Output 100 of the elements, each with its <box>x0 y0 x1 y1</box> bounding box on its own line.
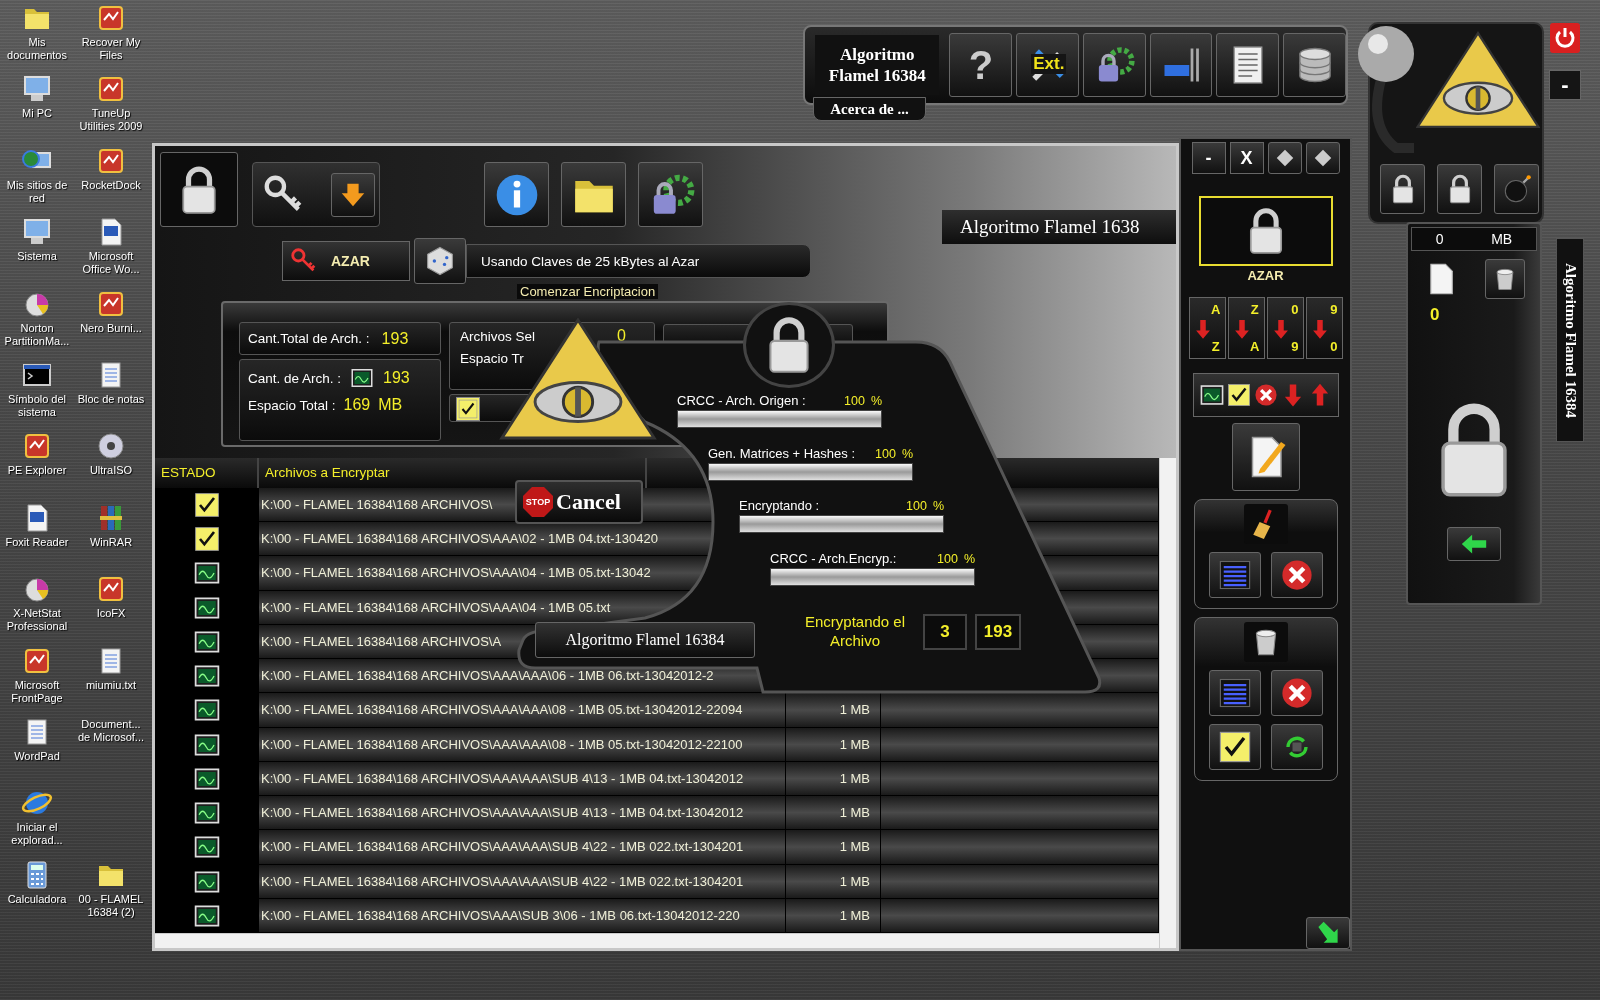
progress-unit: % <box>932 499 944 513</box>
desktop-icon-label[interactable]: Bloc de notas <box>74 392 148 406</box>
close-button[interactable] <box>1270 552 1323 598</box>
eye-triangle-icon <box>1416 30 1540 130</box>
window-control-button[interactable]: - <box>1191 142 1226 174</box>
table-cell: 1 MB <box>786 898 881 934</box>
progress-unit: % <box>963 551 975 566</box>
minimize-button[interactable]: - <box>1549 70 1581 100</box>
desktop-icon-label[interactable]: Mis documentos <box>0 36 74 62</box>
toolbar-button[interactable] <box>1283 33 1346 97</box>
vertical-scrollbar[interactable] <box>1159 458 1176 948</box>
monitor-icon <box>349 366 376 390</box>
sort-button[interactable]: Z A <box>1227 297 1265 359</box>
table-cell: K:\00 - FLAMEL 16384\168 ARCHIVOS\AAA\AAA\SUB 4\22 - 1MB 022.txt-1304201 <box>259 864 786 899</box>
horizontal-scrollbar[interactable] <box>155 933 1159 948</box>
diamond-button[interactable] <box>1267 142 1302 174</box>
desktop-icon-label[interactable]: WinRAR <box>74 535 148 549</box>
desktop-icon-label[interactable]: RocketDock <box>74 178 148 192</box>
table-cell: 1 MB <box>786 727 881 762</box>
desktop-icon-label[interactable]: Foxit Reader <box>0 535 74 549</box>
cancel-button[interactable]: STOP Cancel <box>515 480 643 524</box>
window-title: Algoritmo Flamel 1638 <box>942 210 1176 244</box>
desktop-icon-label[interactable]: Recover My Files <box>74 36 148 62</box>
dice-button[interactable] <box>414 238 466 284</box>
info-button[interactable] <box>484 162 549 227</box>
lock-button[interactable] <box>1437 164 1482 214</box>
status-text: Encryptando el Archivo <box>803 612 907 650</box>
desktop-icon-label[interactable]: WordPad <box>0 749 74 763</box>
stat-label: Espacio Total : <box>248 397 336 413</box>
progress-unit: % <box>901 446 913 461</box>
desktop-icon-label[interactable]: Mis sitios de red <box>0 178 74 205</box>
desktop-icon-label[interactable]: X-NetStat Professional <box>0 607 74 634</box>
list-button[interactable] <box>1208 552 1261 598</box>
total-file-number: 193 <box>975 614 1021 650</box>
stat-label: Cant.Total de Arch. : <box>248 331 370 346</box>
power-button[interactable] <box>1549 22 1581 54</box>
mode-label: AZAR <box>1247 268 1284 283</box>
desktop-icon-label[interactable]: IcoFX <box>74 607 148 621</box>
folder-button[interactable] <box>561 162 626 227</box>
lock-button[interactable] <box>160 152 238 227</box>
size-unit: MB <box>1491 231 1513 247</box>
trash-button[interactable] <box>1243 622 1288 662</box>
lever-drawing[interactable] <box>1356 24 1414 154</box>
desktop-icon-label[interactable]: TuneUp Utilities 2009 <box>74 107 148 134</box>
sort-button[interactable]: A Z <box>1188 297 1226 359</box>
progress-label: Gen. Matrices + Hashes : <box>708 445 856 461</box>
desktop-icon-label[interactable]: Iniciar el explorad... <box>0 821 74 848</box>
size-value: 0 <box>1435 231 1444 247</box>
desktop-icon-label[interactable]: Nero Burni... <box>74 321 148 335</box>
progress-label: CRCC - Arch. Origen : <box>677 393 806 408</box>
about-tab[interactable]: Acerca de ... <box>813 97 926 121</box>
window-control-button[interactable]: X <box>1229 142 1264 174</box>
lock-gear-button[interactable] <box>638 162 703 227</box>
desktop-icon-label[interactable]: Norton PartitionMa... <box>0 321 74 348</box>
random-key-button[interactable]: AZAR <box>282 241 410 281</box>
ext-label: Ext. <box>1031 54 1067 74</box>
down-arrow-button[interactable] <box>331 172 375 217</box>
toolbar-button[interactable]: ? <box>949 33 1013 97</box>
progress-unit: % <box>870 394 882 408</box>
note-pencil-button[interactable] <box>1231 423 1300 491</box>
mode-button[interactable] <box>1198 196 1333 266</box>
toolbar-button[interactable] <box>1083 33 1146 97</box>
progress-label: Encryptando : <box>739 498 820 513</box>
close-icon <box>1252 382 1279 408</box>
down-right-arrow-button[interactable] <box>1306 917 1350 949</box>
desktop-icon-label[interactable]: Microsoft Office Wo... <box>74 250 148 277</box>
toolbar-button[interactable] <box>1149 33 1213 97</box>
table-cell: 1 MB <box>786 761 881 797</box>
bomb-button[interactable] <box>1494 164 1539 214</box>
desktop-icon-label[interactable]: PE Explorer <box>0 464 74 478</box>
desktop-icon-label[interactable]: miumiu.txt <box>74 678 148 692</box>
sort-button[interactable]: 9 0 <box>1305 297 1343 359</box>
list-button[interactable] <box>1208 670 1261 716</box>
desktop-icon-label[interactable]: Document... de Microsof... <box>74 717 148 744</box>
table-cell: 1 MB <box>786 830 881 865</box>
refresh-button[interactable] <box>1270 724 1323 770</box>
progress-value: 100 <box>906 499 927 513</box>
trash-button[interactable] <box>1485 259 1525 299</box>
sort-button[interactable]: 0 9 <box>1266 297 1304 359</box>
left-arrow-button[interactable] <box>1447 527 1501 561</box>
desktop-icon-label[interactable]: Mi PC <box>0 107 74 121</box>
toolbar-button[interactable]: Ext. <box>1016 33 1079 97</box>
desktop-icon-label[interactable]: UltraISO <box>74 464 148 478</box>
stat-value: 193 <box>381 329 409 348</box>
desktop-icon-label[interactable]: Símbolo del sistema <box>0 392 74 419</box>
lock-button[interactable] <box>1380 164 1425 214</box>
table-cell: K:\00 - FLAMEL 16384\168 ARCHIVOS\AAA\AAA\08 - 1MB 05.txt-13042012-22100 <box>259 727 786 762</box>
dialog-title: Algoritmo Flamel 16384 <box>535 622 755 658</box>
diamond-button[interactable] <box>1305 142 1340 174</box>
desktop-icon-label[interactable]: 00 - FLAMEL 16384 (2) <box>74 892 148 919</box>
checkbox[interactable] <box>456 397 480 421</box>
vertical-title: Algoritmo Flamel 16384 <box>1556 238 1584 442</box>
progress-value: 100 <box>875 446 896 461</box>
desktop-icon-label[interactable]: Sistema <box>0 250 74 264</box>
toolbar-button[interactable] <box>1216 33 1280 97</box>
desktop-icon-label[interactable]: Calculadora <box>0 892 74 906</box>
checkmark-button[interactable] <box>1208 724 1261 770</box>
monitor-icon <box>1198 382 1225 408</box>
desktop-icon-label[interactable]: Microsoft FrontPage <box>0 678 74 705</box>
close-button[interactable] <box>1270 670 1323 716</box>
